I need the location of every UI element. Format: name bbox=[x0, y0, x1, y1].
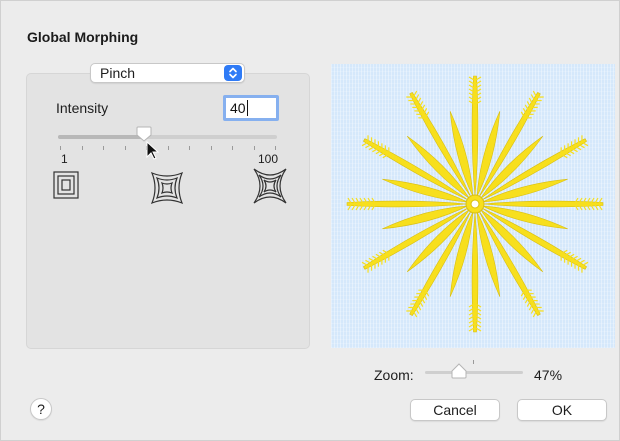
slider-tick bbox=[210, 146, 212, 150]
slider-tick bbox=[232, 146, 233, 150]
slider-tick bbox=[81, 146, 83, 150]
embroidery-design-image bbox=[346, 75, 604, 333]
square-icon bbox=[53, 171, 79, 204]
text-caret bbox=[247, 100, 248, 116]
slider-tick bbox=[167, 146, 169, 150]
morph-type-selected: Pinch bbox=[100, 65, 136, 81]
slider-tick bbox=[253, 146, 255, 150]
help-button[interactable]: ? bbox=[30, 398, 52, 420]
zoom-slider-thumb[interactable] bbox=[450, 363, 468, 379]
zoom-value: 47% bbox=[534, 367, 563, 383]
morph-type-popup[interactable]: Pinch bbox=[90, 63, 245, 83]
intensity-slider-fill bbox=[58, 135, 145, 139]
slider-tick bbox=[275, 146, 276, 150]
slider-max-label: 100 bbox=[258, 152, 279, 166]
chevron-up-down-icon bbox=[224, 65, 242, 81]
design-preview bbox=[331, 64, 615, 348]
slider-tick bbox=[60, 146, 61, 150]
ok-button[interactable]: OK bbox=[517, 399, 607, 421]
mouse-pointer-icon bbox=[146, 140, 162, 166]
intensity-field[interactable] bbox=[223, 95, 279, 121]
pinch-square-icon bbox=[150, 171, 184, 210]
slider-tick bbox=[124, 146, 126, 150]
zoom-label: Zoom: bbox=[374, 367, 414, 383]
cancel-button[interactable]: Cancel bbox=[410, 399, 500, 421]
slider-tick bbox=[103, 146, 104, 150]
intensity-label: Intensity bbox=[56, 100, 109, 116]
global-morphing-dialog: Global Morphing Pinch Intensity 1 100 bbox=[0, 0, 620, 441]
spiky-square-icon bbox=[252, 167, 288, 210]
intensity-slider-thumb[interactable] bbox=[135, 126, 153, 142]
zoom-tick-mark bbox=[473, 360, 474, 364]
slider-tick bbox=[189, 146, 190, 150]
embroidery-center-hole bbox=[470, 199, 480, 209]
dialog-title: Global Morphing bbox=[27, 29, 139, 45]
zoom-slider-track[interactable] bbox=[425, 371, 523, 374]
slider-min-label: 1 bbox=[61, 152, 68, 166]
